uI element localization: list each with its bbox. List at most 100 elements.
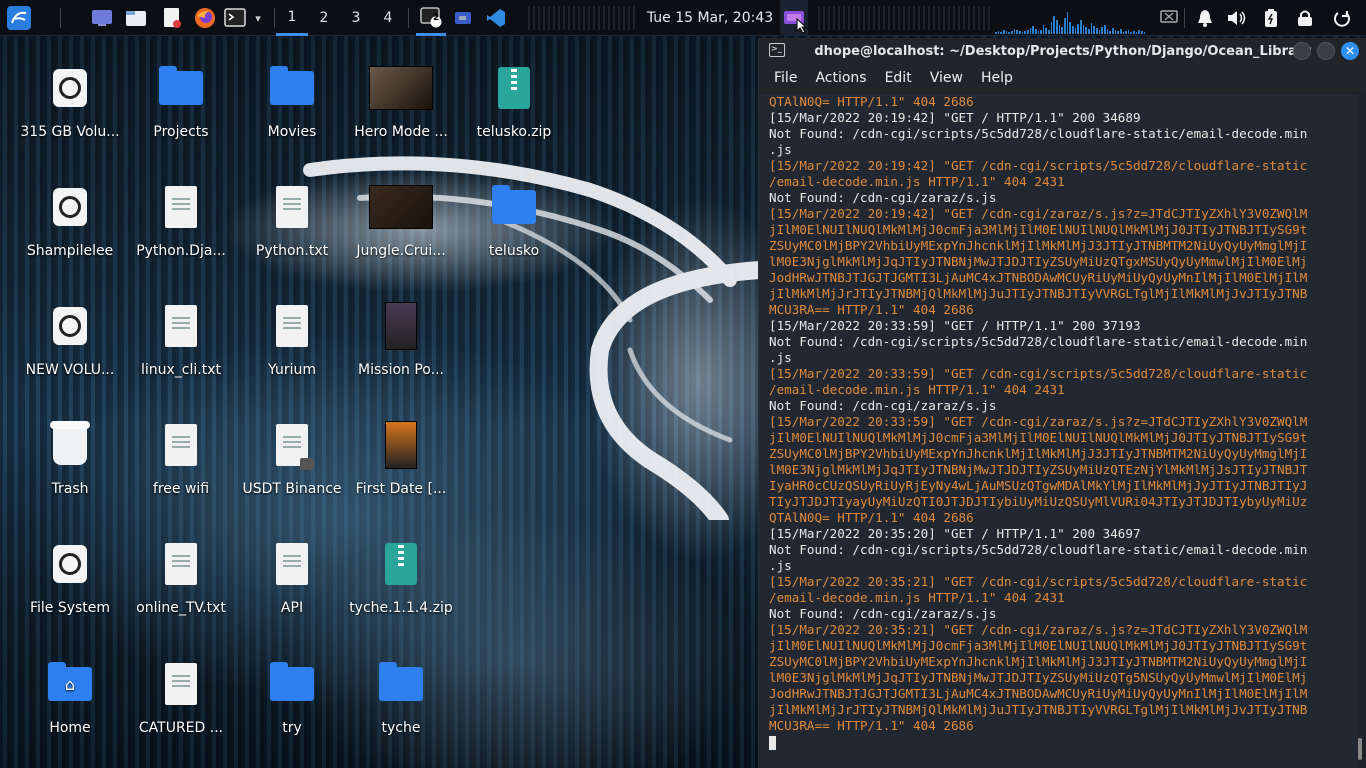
desktop-icon-file[interactable]: online_TV.txt (125, 532, 237, 642)
terminal-line: [15/Mar/2022 20:19:42] "GET /cdn-cgi/zar… (769, 206, 1308, 221)
desktop-icon-label: free wifi (152, 481, 210, 497)
close-button[interactable]: ✕ (1341, 42, 1359, 60)
workspace-3[interactable]: 3 (340, 0, 372, 36)
scrollbar[interactable] (1358, 738, 1362, 760)
notifications-icon[interactable] (1192, 0, 1218, 36)
menu-help[interactable]: Help (972, 70, 1022, 86)
terminal-output[interactable]: QTAlN0Q= HTTP/1.1" 404 2686 [15/Mar/2022 … (759, 94, 1359, 768)
file-manager-icon[interactable] (122, 0, 150, 36)
desktop-icon-label: File System (29, 600, 111, 616)
menu-file[interactable]: File (765, 70, 806, 86)
cpu-bar (1135, 32, 1138, 34)
workspace-1[interactable]: 1 (276, 0, 308, 36)
text-editor-icon[interactable] (158, 0, 186, 36)
desktop-icon-zip[interactable]: telusko.zip (458, 56, 570, 166)
cpu-bar (1026, 30, 1029, 34)
desktop-icon-file[interactable]: free wifi (125, 413, 237, 523)
cpu-bar (1080, 20, 1082, 34)
desktop-icon-video[interactable]: Jungle.Crui... (345, 175, 457, 285)
desktop-icon-trash[interactable]: Trash (14, 413, 126, 523)
desktop-icon-zip[interactable]: tyche.1.1.4.zip (345, 532, 457, 642)
cpu-bar (1125, 31, 1127, 34)
vscode-icon[interactable] (482, 0, 510, 36)
trash-icon (38, 413, 102, 477)
video-icon (369, 56, 433, 120)
file-icon (260, 175, 324, 239)
desktop-icon-poster[interactable]: First Date [... (345, 413, 457, 523)
maximize-button[interactable] (1317, 42, 1335, 60)
terminal-icon[interactable] (222, 0, 248, 36)
zip-icon (482, 56, 546, 120)
terminal-titlebar[interactable]: >_ dhope@localhost: ~/Desktop/Projects/P… (759, 38, 1366, 64)
panel-separator (274, 8, 275, 28)
cpu-bar (1029, 28, 1032, 34)
task-window-icon[interactable] (450, 0, 476, 36)
terminal-line: Not Found: /cdn-cgi/scripts/5c5dd728/clo… (769, 334, 1308, 349)
battery-icon[interactable] (1258, 0, 1284, 36)
menu-actions[interactable]: Actions (806, 70, 875, 86)
display-icon[interactable] (1156, 0, 1182, 36)
drive-icon (38, 532, 102, 596)
text-cursor (769, 735, 776, 750)
firefox-icon[interactable] (190, 0, 220, 36)
task-terminal-group[interactable]: 2 (416, 0, 446, 36)
desktop-icon-folder[interactable]: Movies (236, 56, 348, 166)
desktop-icon-file-locked[interactable]: USDT Binance (236, 413, 348, 523)
minimize-button[interactable] (1293, 42, 1311, 60)
workspace-2[interactable]: 2 (308, 0, 340, 36)
terminal-line: ZSUyMC0lMjBPY2VhbiUyMExpYnJhcnklMjIlMkMl… (769, 238, 1308, 253)
power-icon[interactable] (1328, 0, 1356, 36)
drive-icon (38, 56, 102, 120)
cpu-bar (1069, 22, 1072, 34)
cpu-bar (1018, 31, 1021, 34)
zip-icon (369, 532, 433, 596)
desktop-icon-folder[interactable]: try (236, 652, 348, 762)
terminal-line: jIlMkMlMjJrJTIyJTNBMjQlMkMlMjJuJTIyJTNBJ… (769, 702, 1308, 717)
menu-view[interactable]: View (921, 70, 972, 86)
cpu-bar (1106, 29, 1109, 34)
desktop-icon-drive[interactable]: NEW VOLU... (14, 294, 126, 404)
folder-icon (260, 56, 324, 120)
desktop-icon-file[interactable]: linux_cli.txt (125, 294, 237, 404)
desktop-icon-drive[interactable]: 315 GB Volu... (14, 56, 126, 166)
desktop-icon-drive[interactable]: File System (14, 532, 126, 642)
terminal-line: [15/Mar/2022 20:35:20] "GET / HTTP/1.1" … (769, 526, 1141, 541)
volume-icon[interactable] (1224, 0, 1250, 36)
desktop-icon-label: Python.Dja... (136, 243, 226, 259)
terminal-line: lM0E3NjglMkMlMjJqJTIyJTNBNjMwJTJDJTIyZSU… (769, 670, 1308, 685)
clock[interactable]: Tue 15 Mar, 20:43 (640, 0, 780, 36)
cpu-bar (1042, 25, 1045, 34)
desktop-icon-file[interactable]: Yurium (236, 294, 348, 404)
terminal-line: Not Found: /cdn-cgi/scripts/5c5dd728/clo… (769, 542, 1308, 557)
desktop-icon-folder[interactable]: tyche (345, 652, 457, 762)
lock-icon[interactable] (1292, 0, 1318, 36)
cpu-bar (1141, 31, 1143, 34)
desktop-icon-home-folder[interactable]: ⌂ Home (14, 652, 126, 762)
folder-icon (260, 652, 324, 716)
terminal-line: QTAlN0Q= HTTP/1.1" 404 2686 (769, 94, 974, 109)
terminal-window[interactable]: >_ dhope@localhost: ~/Desktop/Projects/P… (758, 38, 1366, 768)
file-icon (260, 294, 324, 358)
desktop-icon-folder[interactable]: Projects (125, 56, 237, 166)
desktop-icon[interactable] (88, 0, 116, 36)
workspace-4[interactable]: 4 (372, 0, 404, 36)
desktop-icon-video[interactable]: Hero Mode ... (345, 56, 457, 166)
kali-menu-icon[interactable] (2, 0, 36, 36)
cpu-bar (1093, 26, 1095, 34)
desktop-icon-file[interactable]: API (236, 532, 348, 642)
desktop-icon-poster[interactable]: Mission Po... (345, 294, 457, 404)
desktop-icon-folder[interactable]: telusko (458, 175, 570, 285)
panel-separator (60, 8, 61, 28)
cpu-bar (1101, 27, 1103, 34)
terminal-line: /email-decode.min.js HTTP/1.1" 404 2431 (769, 382, 1065, 397)
desktop-icon-file[interactable]: Python.Dja... (125, 175, 237, 285)
desktop-icon-drive[interactable]: Shampilelee (14, 175, 126, 285)
terminal-line: Not Found: /cdn-cgi/zaraz/s.js (769, 606, 997, 621)
terminal-line: [15/Mar/2022 20:19:42] "GET / HTTP/1.1" … (769, 110, 1141, 125)
cpu-bar (1090, 23, 1093, 34)
desktop-icon-file[interactable]: CATURED ... (125, 652, 237, 762)
desktop-icon-file[interactable]: Python.txt (236, 175, 348, 285)
desktop-icon-label: Yurium (268, 362, 316, 378)
chevron-down-icon[interactable]: ▾ (250, 0, 266, 36)
menu-edit[interactable]: Edit (876, 70, 921, 86)
